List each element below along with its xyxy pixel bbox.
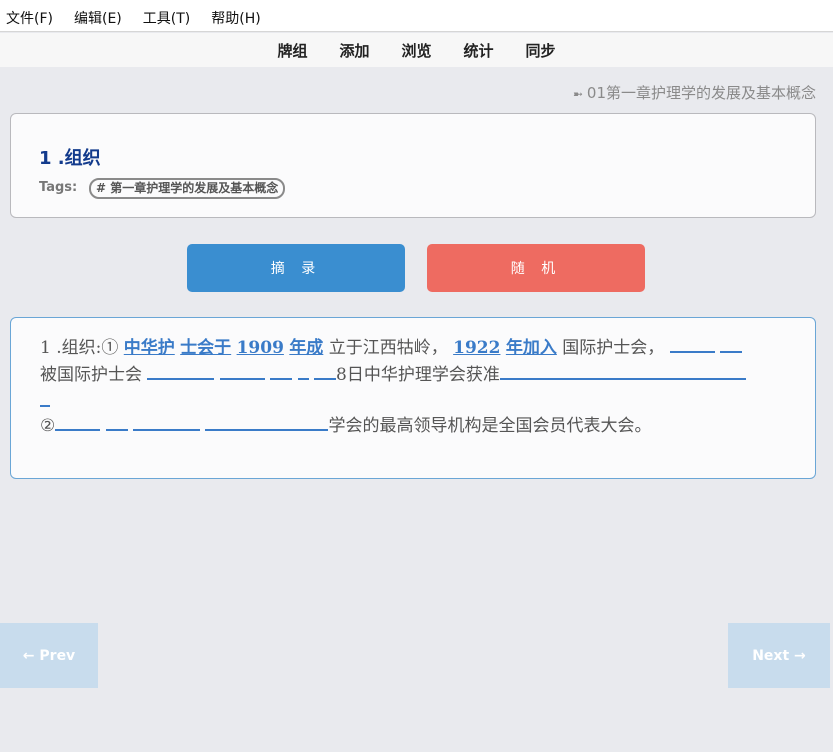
extract-button[interactable]: 摘 录 bbox=[187, 244, 405, 292]
content-text: 学会的最高领导机构是全国会员代表大会。 bbox=[328, 416, 652, 436]
main-toolbar: 牌组 添加 浏览 统计 同步 bbox=[0, 33, 833, 67]
content-line-1: 1 .组织:① 中华护 士会于 1909 年成 立于江西牯岭， 1922 年加入… bbox=[40, 335, 787, 362]
cloze-link[interactable]: 1909 bbox=[237, 338, 284, 358]
prev-button[interactable]: ← Prev bbox=[0, 623, 98, 688]
cloze-blank[interactable] bbox=[297, 364, 309, 380]
cloze-link[interactable]: 年成 bbox=[289, 338, 323, 358]
cloze-link[interactable]: 年加入 bbox=[506, 338, 557, 358]
cloze-link[interactable]: 中华护 bbox=[124, 338, 175, 358]
card-title: 1 .组织 bbox=[39, 148, 101, 169]
random-button[interactable]: 随 机 bbox=[427, 244, 645, 292]
cloze-blank[interactable] bbox=[270, 364, 293, 380]
menu-bar: 文件(F) 编辑(E) 工具(T) 帮助(H) bbox=[0, 0, 833, 32]
content-line-3: ② 学会的最高领导机构是全国会员代表大会。 bbox=[40, 413, 787, 440]
tags-label: Tags: bbox=[39, 180, 78, 195]
toolbar-decks[interactable]: 牌组 bbox=[277, 40, 307, 61]
toolbar-sync[interactable]: 同步 bbox=[526, 40, 556, 61]
menu-file[interactable]: 文件(F) bbox=[6, 8, 53, 31]
deck-path-label: 01第一章护理学的发展及基本概念 bbox=[586, 84, 816, 102]
cloze-blank[interactable] bbox=[147, 364, 215, 380]
circled-number: ② bbox=[40, 416, 56, 436]
cloze-blank[interactable] bbox=[133, 415, 201, 431]
cloze-link[interactable]: 1922 bbox=[453, 338, 500, 358]
cloze-blank[interactable] bbox=[314, 364, 337, 380]
cloze-blank[interactable] bbox=[669, 337, 715, 353]
cloze-blank[interactable] bbox=[105, 415, 128, 431]
cloze-blank[interactable] bbox=[40, 391, 50, 407]
content-text: 立于江西牯岭， bbox=[328, 338, 448, 358]
content-line-2b bbox=[40, 389, 787, 407]
card-header: 1 .组织 Tags: # 第一章护理学的发展及基本概念 bbox=[10, 113, 816, 218]
toolbar-add[interactable]: 添加 bbox=[339, 40, 369, 61]
cloze-blank[interactable] bbox=[205, 415, 329, 431]
next-button[interactable]: Next → bbox=[728, 623, 830, 688]
content-line-2: 被国际护士会 8日中华护理学会获准 bbox=[40, 362, 787, 389]
cloze-blank[interactable] bbox=[499, 364, 746, 380]
cloze-blank[interactable] bbox=[720, 337, 743, 353]
menu-edit[interactable]: 编辑(E) bbox=[74, 8, 122, 31]
arrow-icon: ➼ bbox=[572, 87, 583, 101]
toolbar-stats[interactable]: 统计 bbox=[464, 40, 494, 61]
card-content: 1 .组织:① 中华护 士会于 1909 年成 立于江西牯岭， 1922 年加入… bbox=[10, 317, 816, 479]
toolbar-browse[interactable]: 浏览 bbox=[401, 40, 431, 61]
tag-badge[interactable]: # 第一章护理学的发展及基本概念 bbox=[89, 178, 286, 199]
content-text: 国际护士会， bbox=[562, 338, 665, 358]
menu-tools[interactable]: 工具(T) bbox=[143, 8, 190, 31]
cloze-blank[interactable] bbox=[219, 364, 265, 380]
cloze-blank[interactable] bbox=[55, 415, 101, 431]
cloze-link[interactable]: 士会于 bbox=[180, 338, 231, 358]
content-prefix: 1 .组织:① bbox=[40, 338, 119, 358]
menu-help[interactable]: 帮助(H) bbox=[211, 8, 260, 31]
deck-path: ➼ 01第一章护理学的发展及基本概念 bbox=[573, 82, 816, 103]
content-text: 8日中华护理学会获准 bbox=[336, 365, 500, 385]
content-text: 被国际护士会 bbox=[40, 365, 142, 385]
